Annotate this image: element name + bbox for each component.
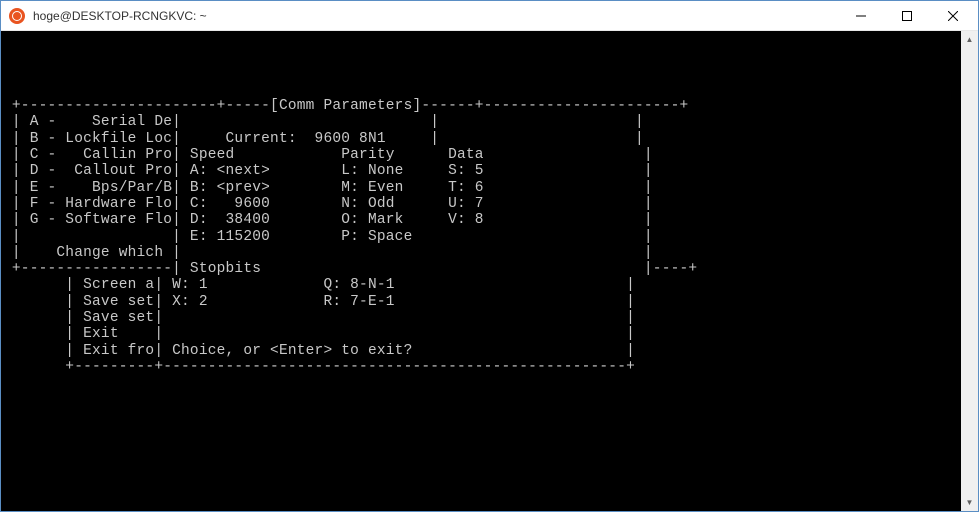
terminal-text[interactable]: +----------------------+-----[Comm Param… [1,31,961,375]
terminal-area[interactable]: +----------------------+-----[Comm Param… [1,31,978,511]
window-title: hoge@DESKTOP-RCNGKVC: ~ [33,9,838,23]
scroll-up-arrow[interactable]: ▲ [961,31,978,48]
vertical-scrollbar[interactable]: ▲ ▼ [961,31,978,511]
window-buttons [838,1,976,30]
ubuntu-icon [9,8,25,24]
maximize-button[interactable] [884,1,930,30]
minimize-button[interactable] [838,1,884,30]
terminal-content[interactable]: +----------------------+-----[Comm Param… [1,31,961,511]
window-titlebar: hoge@DESKTOP-RCNGKVC: ~ [1,1,978,31]
close-button[interactable] [930,1,976,30]
scroll-down-arrow[interactable]: ▼ [961,494,978,511]
